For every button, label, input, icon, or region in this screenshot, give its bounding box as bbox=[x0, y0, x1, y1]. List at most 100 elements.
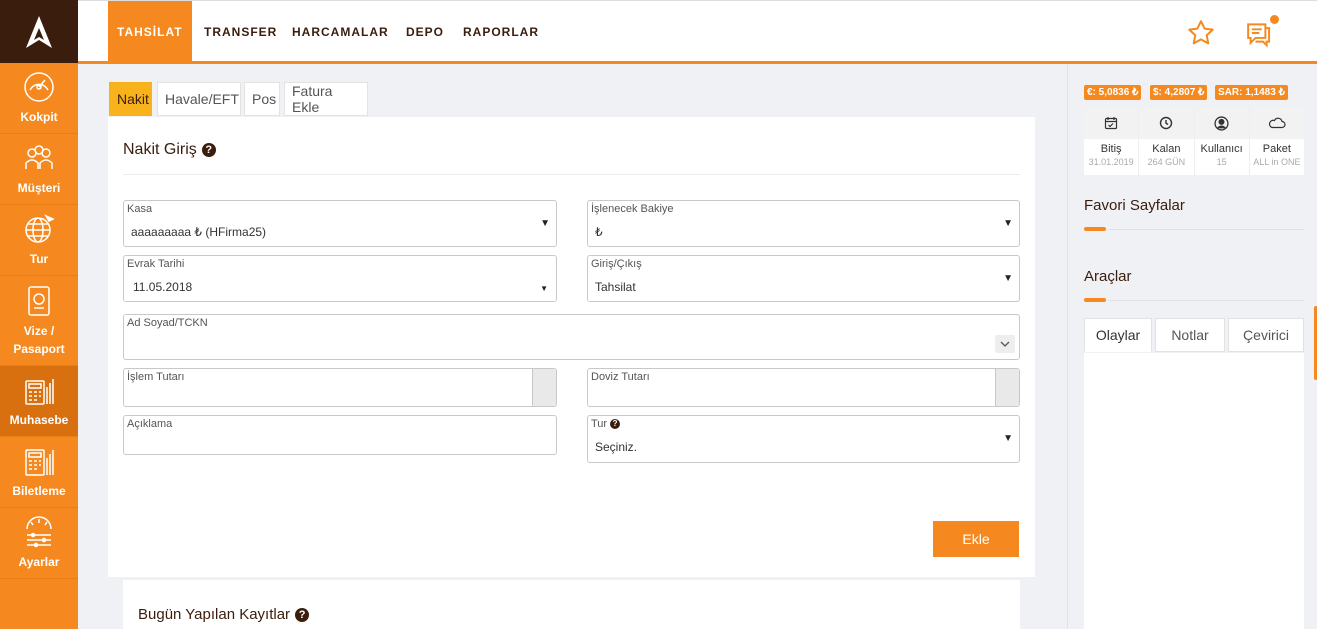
chevron-down-icon[interactable] bbox=[995, 335, 1015, 353]
stat-label: Kullanıcı bbox=[1200, 143, 1243, 155]
nav-tab-tahsilat[interactable]: TAHSİLAT bbox=[108, 1, 192, 62]
tab-notlar[interactable]: Notlar bbox=[1155, 318, 1225, 352]
sidebar-item-kokpit[interactable]: Kokpit bbox=[0, 63, 78, 134]
giris-cikis-select[interactable]: Giriş/Çıkış Tahsilat ▼ bbox=[587, 255, 1020, 302]
kasa-value: aaaaaaaaa ₺ (HFirma25) bbox=[131, 225, 267, 239]
nakit-giris-card: Nakit Giriş ? Kasa aaaaaaaaa ₺ (HFirma25… bbox=[108, 117, 1035, 577]
tur-label-text: Tur bbox=[591, 418, 608, 430]
tab-olaylar[interactable]: Olaylar bbox=[1084, 318, 1152, 352]
divider bbox=[123, 174, 1020, 175]
help-icon[interactable]: ? bbox=[201, 143, 216, 157]
passport-icon bbox=[28, 285, 50, 316]
evrak-tarihi-field[interactable]: Evrak Tarihi 11.05.2018 ▼ bbox=[123, 255, 557, 302]
todays-records-card: Bugün Yapılan Kayıtlar ? bbox=[123, 580, 1020, 629]
caret-down-icon: ▼ bbox=[1003, 433, 1013, 444]
sidebar-item-label: Biletleme bbox=[12, 484, 66, 498]
nav-tab-depo[interactable]: DEPO bbox=[406, 1, 444, 62]
stat-label: Kalan bbox=[1152, 143, 1181, 155]
help-icon[interactable]: ? bbox=[295, 607, 310, 622]
stat-value: 264 GÜN bbox=[1147, 157, 1186, 167]
user-icon bbox=[1214, 115, 1229, 131]
card-title-text: Nakit Giriş bbox=[123, 141, 197, 158]
star-icon bbox=[1188, 20, 1214, 45]
giris-label: Giriş/Çıkış bbox=[591, 258, 642, 270]
license-stats: Bitiş 31.01.2019 Kalan 264 GÜN Kullanıcı… bbox=[1084, 107, 1304, 175]
caret-down-icon: ▼ bbox=[1003, 273, 1013, 284]
tab-cevirici[interactable]: Çevirici bbox=[1228, 318, 1304, 352]
doviz-label: Doviz Tutarı bbox=[591, 371, 650, 383]
sidebar-item-label: Müşteri bbox=[17, 181, 61, 195]
favorites-heading: Favori Sayfalar bbox=[1084, 197, 1185, 214]
globe-plane-icon bbox=[25, 214, 55, 243]
islem-addon bbox=[532, 369, 556, 406]
ekle-button[interactable]: Ekle bbox=[933, 521, 1019, 557]
tur-label: Tur ? bbox=[591, 418, 621, 430]
stat-value: ALL in ONE bbox=[1253, 157, 1301, 167]
tab-nakit[interactable]: Nakit bbox=[109, 82, 152, 116]
tab-fatura-ekle[interactable]: Fatura Ekle bbox=[284, 82, 368, 116]
sidebar-item-label: Vize / Pasaport bbox=[13, 323, 65, 356]
divider bbox=[1108, 300, 1304, 301]
sidebar-item-muhasebe[interactable]: Muhasebe bbox=[0, 366, 78, 437]
tab-pos[interactable]: Pos bbox=[244, 82, 280, 116]
aciklama-field[interactable]: Açıklama bbox=[123, 415, 557, 455]
doviz-tutari-field[interactable]: Doviz Tutarı bbox=[587, 368, 1020, 407]
notification-dot bbox=[1270, 15, 1279, 24]
cloud-icon bbox=[1268, 117, 1286, 129]
bakiye-select[interactable]: İşlenecek Bakiye ₺ ▼ bbox=[587, 200, 1020, 247]
sidebar-item-vize-pasaport[interactable]: Vize / Pasaport bbox=[0, 276, 78, 366]
nav-tab-raporlar[interactable]: RAPORLAR bbox=[463, 1, 539, 62]
tab-havale-eft[interactable]: Havale/EFT bbox=[157, 82, 241, 116]
sidebar-item-label: Ayarlar bbox=[18, 555, 60, 569]
aciklama-label: Açıklama bbox=[127, 418, 173, 430]
card-title: Nakit Giriş ? bbox=[123, 141, 216, 159]
ad-soyad-field[interactable]: Ad Soyad/TCKN bbox=[123, 314, 1020, 360]
rate-badge-usd: $: 4,2807 ₺ bbox=[1150, 85, 1208, 100]
doviz-addon bbox=[995, 369, 1019, 406]
sidebar-item-musteri[interactable]: Müşteri bbox=[0, 134, 78, 205]
heading-accent bbox=[1084, 227, 1106, 231]
stat-label: Paket bbox=[1262, 143, 1291, 155]
sidebar-item-label: Tur bbox=[29, 252, 49, 266]
date-caret-icon[interactable]: ▼ bbox=[540, 284, 548, 293]
favorite-star-button[interactable] bbox=[1186, 18, 1216, 48]
sidebar-item-label: Muhasebe bbox=[9, 413, 69, 427]
divider bbox=[1108, 229, 1304, 230]
stat-bitis: Bitiş 31.01.2019 bbox=[1084, 107, 1140, 175]
gauge-icon bbox=[24, 72, 54, 102]
tur-select[interactable]: Tur ? Seçiniz. ▼ bbox=[587, 415, 1020, 463]
stat-kalan: Kalan 264 GÜN bbox=[1139, 107, 1195, 175]
stat-label: Bitiş bbox=[1100, 143, 1122, 155]
top-navigation: TAHSİLAT TRANSFER HARCAMALAR DEPO RAPORL… bbox=[78, 0, 1317, 64]
logo-icon bbox=[26, 15, 52, 48]
sidebar-item-ayarlar[interactable]: Ayarlar bbox=[0, 508, 78, 579]
todays-records-title-text: Bugün Yapılan Kayıtlar bbox=[138, 606, 291, 623]
rate-badge-sar: SAR: 1,1483 ₺ bbox=[1215, 85, 1288, 100]
stat-paket: Paket ALL in ONE bbox=[1249, 107, 1304, 175]
heading-accent bbox=[1084, 298, 1106, 302]
calculator-icon bbox=[25, 379, 54, 405]
todays-records-title: Bugün Yapılan Kayıtlar ? bbox=[138, 606, 310, 623]
rate-badge-eur: €: 5,0836 ₺ bbox=[1084, 85, 1142, 100]
messages-button[interactable] bbox=[1242, 18, 1274, 48]
islem-tutari-field[interactable]: İşlem Tutarı bbox=[123, 368, 557, 407]
nav-tab-transfer[interactable]: TRANSFER bbox=[204, 1, 277, 62]
kasa-select[interactable]: Kasa aaaaaaaaa ₺ (HFirma25) ▼ bbox=[123, 200, 557, 247]
sidebar-item-tur[interactable]: Tur bbox=[0, 205, 78, 276]
ticket-calculator-icon bbox=[25, 449, 54, 476]
tools-heading: Araçlar bbox=[1084, 268, 1132, 285]
app-logo[interactable] bbox=[0, 0, 78, 63]
help-icon[interactable]: ? bbox=[610, 419, 621, 429]
calendar-icon bbox=[1105, 117, 1118, 130]
kasa-label: Kasa bbox=[127, 203, 153, 215]
nav-tab-harcamalar[interactable]: HARCAMALAR bbox=[292, 1, 389, 62]
stat-kullanici: Kullanıcı 15 bbox=[1194, 107, 1250, 175]
right-panel: €: 5,0836 ₺ $: 4,2807 ₺ SAR: 1,1483 ₺ Bi… bbox=[1067, 64, 1317, 629]
users-icon bbox=[25, 145, 53, 169]
sidebar-item-biletleme[interactable]: Biletleme bbox=[0, 437, 78, 508]
bakiye-value: ₺ bbox=[595, 225, 603, 239]
olaylar-panel bbox=[1084, 353, 1304, 629]
caret-down-icon: ▼ bbox=[540, 218, 550, 229]
clock-icon bbox=[1160, 116, 1173, 130]
sidebar-item-label: Kokpit bbox=[20, 110, 58, 124]
